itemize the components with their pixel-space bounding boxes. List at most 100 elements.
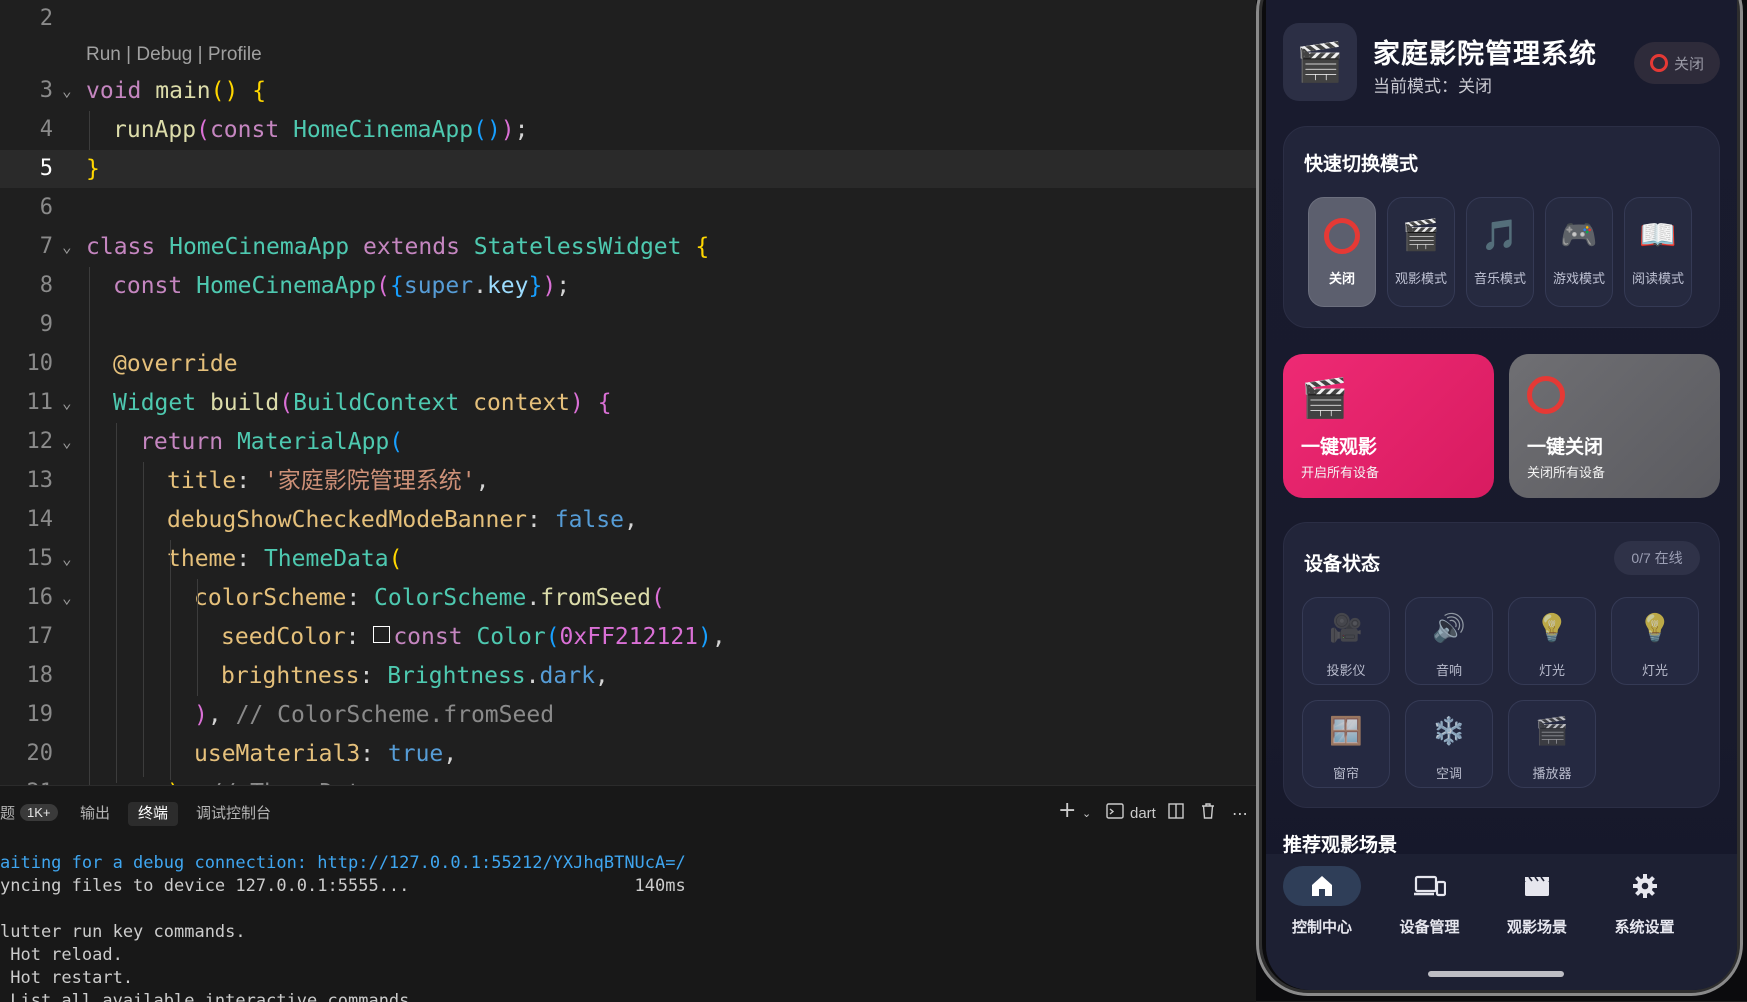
line-number: 14 — [26, 507, 54, 532]
code-line[interactable]: 16 ⌄ colorScheme: ColorScheme.fromSeed( — [0, 579, 1256, 617]
code-line[interactable]: 19), // ColorScheme.fromSeed — [0, 696, 1256, 734]
problems-count-badge: 1K+ — [20, 804, 58, 821]
code-line[interactable]: 5} — [0, 150, 1256, 188]
code-line[interactable]: 2 — [0, 0, 1256, 38]
mode-button[interactable]: 🎵 音乐模式 — [1466, 197, 1534, 307]
code-text: brightness: Brightness.dark, — [221, 663, 609, 689]
mode-icon: 🎮 — [1560, 218, 1598, 253]
fold-chevron-icon[interactable]: ⌄ — [62, 423, 82, 461]
code-line[interactable]: 9 — [0, 306, 1256, 344]
one-click-watch-button[interactable]: 🎬 一键观影 开启所有设备 — [1283, 354, 1494, 498]
code-line[interactable]: 13 title: '家庭影院管理系统', — [0, 462, 1256, 500]
current-mode-label: 当前模式：关闭 — [1373, 77, 1492, 96]
fold-chevron-icon[interactable]: ⌄ — [62, 72, 82, 110]
code-line[interactable]: 15 ⌄ theme: ThemeData( — [0, 540, 1256, 578]
code-line[interactable]: 17 seedColor: const Color(0xFF212121), — [0, 618, 1256, 656]
code-line[interactable]: 11 ⌄ Widget build(BuildContext context) { — [0, 384, 1256, 422]
codelens-run-debug-profile[interactable]: Run | Debug | Profile — [86, 40, 262, 70]
line-number: 16 — [26, 585, 54, 610]
code-line[interactable]: 12 ⌄ return MaterialApp( — [0, 423, 1256, 461]
fold-chevron-icon[interactable]: ⌄ — [62, 540, 82, 578]
chevron-down-icon[interactable]: ⌄ — [1082, 802, 1091, 826]
line-number: 13 — [26, 468, 54, 493]
device-icon: 💡 — [1638, 613, 1672, 644]
power-off-icon — [1649, 54, 1668, 72]
device-tile[interactable]: 🪟 窗帘 — [1302, 700, 1390, 788]
device-tile[interactable]: 💡 灯光 — [1611, 597, 1699, 685]
code-line[interactable]: 6 — [0, 189, 1256, 227]
mode-button[interactable]: 关闭 — [1308, 197, 1376, 307]
device-label: 灯光 — [1641, 663, 1668, 678]
clapper-icon — [1498, 866, 1576, 906]
code-text: useMaterial3: true, — [194, 741, 458, 767]
mode-label: 音乐模式 — [1473, 271, 1526, 286]
one-click-off-button[interactable]: 一键关闭 关闭所有设备 — [1509, 354, 1720, 498]
line-number: 12 — [26, 429, 54, 454]
code-text: return MaterialApp( — [140, 429, 404, 455]
device-tile[interactable]: 🎬 播放器 — [1508, 700, 1596, 788]
terminal-line: Hot reload. — [0, 945, 123, 965]
code-line[interactable]: 10 @override — [0, 345, 1256, 383]
more-icon[interactable]: ⋯ — [1232, 802, 1248, 826]
mode-button[interactable]: 📖 阅读模式 — [1624, 197, 1692, 307]
code-text: @override — [113, 351, 238, 377]
tab-output[interactable]: 输出 — [70, 802, 120, 826]
device-label: 灯光 — [1538, 663, 1565, 678]
indent-guide — [89, 111, 90, 150]
status-pill[interactable]: 关闭 — [1634, 42, 1720, 84]
terminal-icon[interactable] — [1106, 802, 1124, 826]
terminal-line: Hot restart. — [0, 968, 134, 988]
device-label: 空调 — [1435, 766, 1462, 781]
home-indicator[interactable] — [1428, 971, 1564, 977]
line-number: 15 — [26, 546, 54, 571]
code-text: class HomeCinemaApp extends StatelessWid… — [86, 234, 710, 260]
fold-chevron-icon[interactable]: ⌄ — [62, 384, 82, 422]
code-line[interactable]: 18 brightness: Brightness.dark, — [0, 657, 1256, 695]
code-line[interactable]: 20 useMaterial3: true, — [0, 735, 1256, 773]
tab-terminal[interactable]: 终端 — [128, 802, 179, 826]
app-screen: 🎬 家庭影院管理系统 当前模式：关闭 关闭 快速切换模式 关闭 🎬 观影模式 🎵 音乐模… — [1266, 0, 1737, 990]
tab-debug-console[interactable]: 调试控制台 — [186, 802, 281, 826]
terminal-line: List all available interactive commands. — [0, 991, 420, 1002]
device-tile[interactable]: 💡 灯光 — [1508, 597, 1596, 685]
devices-icon — [1391, 866, 1469, 906]
code-editor[interactable]: 2 3 ⌄ void main() {4 runApp(const HomeCinema… — [0, 0, 1256, 785]
device-tile[interactable]: ❄️ 空调 — [1405, 700, 1493, 788]
line-number: 20 — [26, 741, 54, 766]
color-swatch-icon[interactable] — [373, 626, 391, 643]
status-pill-label: 关闭 — [1673, 55, 1704, 73]
fold-chevron-icon[interactable]: ⌄ — [62, 579, 82, 617]
device-status-card: 设备状态 0/7 在线 🎥 投影仪 🔊 音响 💡 灯光 💡 灯光 🪟 窗帘 ❄️ 空调 🎬 播放器 — [1283, 522, 1720, 808]
mode-label: 关闭 — [1328, 271, 1355, 286]
terminal-line: yncing files to device 127.0.0.1:5555...… — [0, 876, 686, 896]
trash-icon[interactable] — [1200, 802, 1216, 826]
power-off-icon — [1527, 376, 1565, 423]
code-line[interactable]: 8 const HomeCinemaApp({super.key}); — [0, 267, 1256, 305]
mode-button[interactable]: 🎮 游戏模式 — [1545, 197, 1613, 307]
quick-mode-card: 快速切换模式 关闭 🎬 观影模式 🎵 音乐模式 🎮 游戏模式 📖 阅读模式 — [1283, 126, 1720, 328]
bottom-navigation: 控制中心 设备管理 观影场景 系统设置 — [1266, 854, 1737, 990]
code-line[interactable]: 21), // ThemeData — [0, 774, 1256, 785]
nav-item[interactable]: 控制中心 — [1266, 866, 1369, 946]
recommended-scenes-title: 推荐观影场景 — [1283, 835, 1398, 856]
code-line[interactable]: 3 ⌄ void main() { — [0, 72, 1256, 110]
code-line[interactable]: 4 runApp(const HomeCinemaApp()); — [0, 111, 1256, 149]
mode-icon: 🎵 — [1481, 218, 1519, 253]
code-line[interactable]: 7 ⌄ class HomeCinemaApp extends StatelessW… — [0, 228, 1256, 266]
nav-item[interactable]: 设备管理 — [1367, 866, 1477, 946]
fold-chevron-icon[interactable]: ⌄ — [62, 228, 82, 266]
terminal-line: aiting for a debug connection: http://12… — [0, 853, 686, 873]
quick-mode-title: 快速切换模式 — [1304, 154, 1419, 175]
nav-item[interactable]: 观影场景 — [1474, 866, 1584, 946]
device-tile[interactable]: 🔊 音响 — [1405, 597, 1493, 685]
indent-guide — [143, 462, 144, 777]
mode-button[interactable]: 🎬 观影模式 — [1387, 197, 1455, 307]
terminal-name[interactable]: dart — [1130, 802, 1156, 826]
indent-guide — [89, 267, 90, 785]
line-number: 18 — [26, 663, 54, 688]
split-terminal-icon[interactable] — [1168, 802, 1184, 826]
code-line[interactable]: 14 debugShowCheckedModeBanner: false, — [0, 501, 1256, 539]
device-tile[interactable]: 🎥 投影仪 — [1302, 597, 1390, 685]
new-terminal-button[interactable]: + — [1058, 799, 1076, 823]
nav-item[interactable]: 系统设置 — [1582, 866, 1692, 946]
